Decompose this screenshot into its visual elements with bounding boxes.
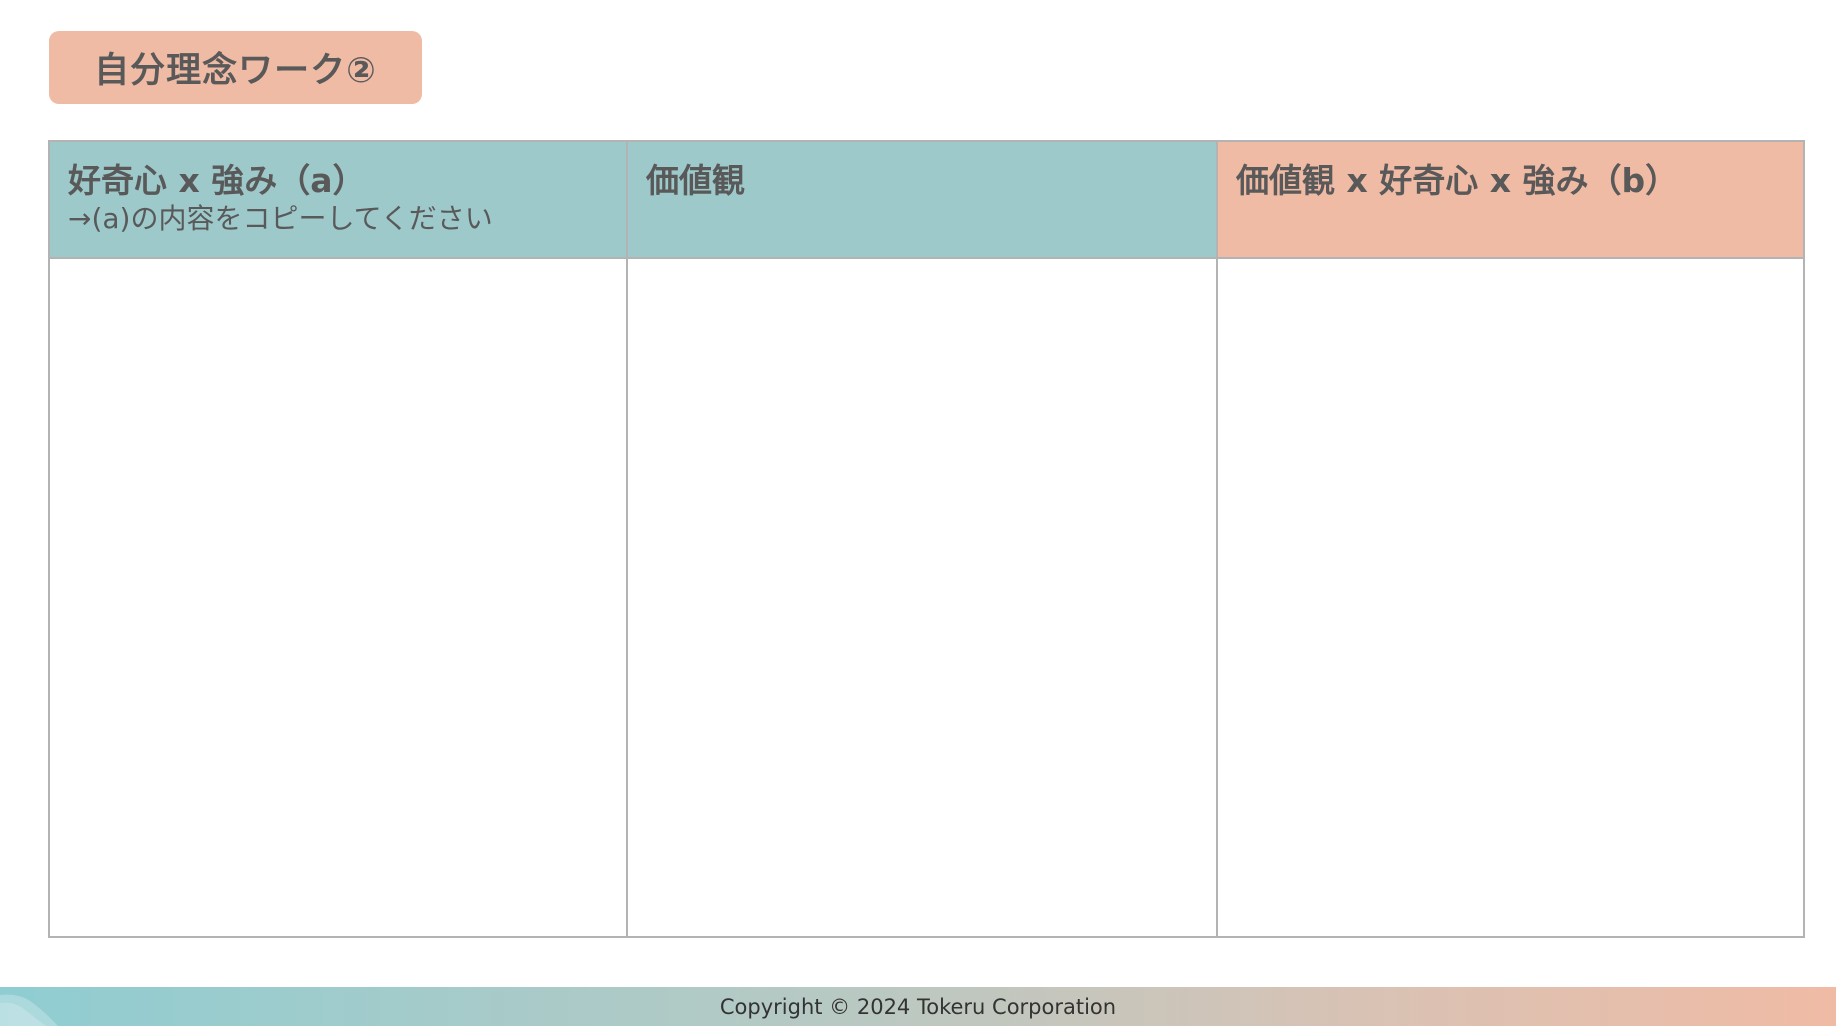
column-header-values: 価値観 — [626, 142, 1216, 259]
column-header-title: 価値観 — [646, 161, 745, 200]
footer-bar: Copyright © 2024 Tokeru Corporation — [0, 987, 1836, 1026]
copyright-text: Copyright © 2024 Tokeru Corporation — [719, 994, 1117, 1019]
title-badge: 自分理念ワーク② — [49, 31, 422, 104]
input-cell-values[interactable] — [626, 259, 1216, 936]
column-header-values-curiosity-strength: 価値観 x 好奇心 x 強み（b） — [1216, 142, 1803, 259]
worksheet-table: 好奇心 x 強み（a） →(a)の内容をコピーしてください 価値観 価値観 x … — [48, 140, 1805, 938]
input-cell-curiosity-strength[interactable] — [50, 259, 626, 936]
column-header-title: 好奇心 x 強み（a） — [68, 161, 366, 200]
page-title: 自分理念ワーク② — [94, 51, 377, 91]
column-header-note: →(a)の内容をコピーしてください — [68, 202, 493, 235]
input-cell-values-curiosity-strength[interactable] — [1216, 259, 1803, 936]
footer-wave-decoration — [0, 994, 58, 1026]
column-header-title: 価値観 x 好奇心 x 強み（b） — [1236, 161, 1679, 200]
column-header-curiosity-strength: 好奇心 x 強み（a） →(a)の内容をコピーしてください — [50, 142, 626, 259]
